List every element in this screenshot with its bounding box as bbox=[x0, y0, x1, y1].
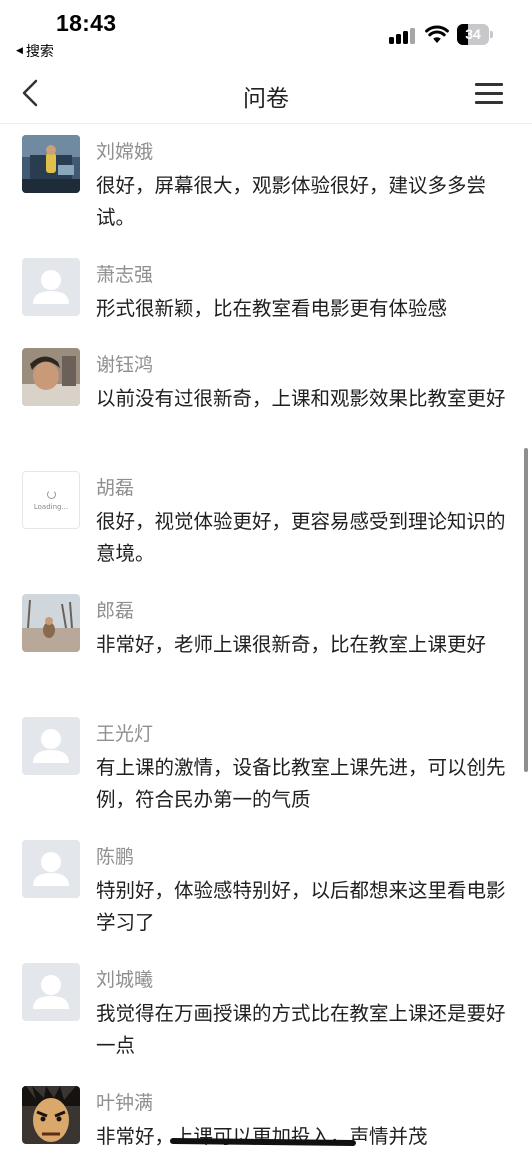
wifi-icon bbox=[425, 24, 449, 44]
commenter-name: 陈鹏 bbox=[96, 846, 135, 868]
commenter-name: 郎磊 bbox=[96, 600, 135, 622]
battery-icon: 34 bbox=[457, 24, 493, 45]
avatar[interactable] bbox=[22, 1086, 80, 1144]
back-triangle-icon: ◀ bbox=[16, 45, 23, 56]
comment-list[interactable]: 刘嫦娥 很好，屏幕很大，观影体验很好，建议多多尝试。 萧志强 形式很新颖，比在教… bbox=[0, 125, 532, 1152]
battery-level: 34 bbox=[465, 26, 481, 42]
comment-text: 有上课的激情，设备比教室上课先进，可以创先例，符合民办第一的气质 bbox=[96, 756, 506, 811]
commenter-name: 谢钰鸿 bbox=[96, 354, 154, 376]
comment-text: 很好，屏幕很大，观影体验很好，建议多多尝试。 bbox=[96, 174, 487, 229]
commenter-name: 刘城曦 bbox=[96, 969, 154, 991]
page-title: 问卷 bbox=[243, 86, 289, 112]
back-to-app-link[interactable]: ◀ 搜索 bbox=[16, 41, 54, 61]
avatar[interactable] bbox=[22, 135, 80, 193]
loading-label: Loading... bbox=[33, 502, 69, 511]
comment-text: 非常好，老师上课很新奇，比在教室上课更好 bbox=[96, 633, 487, 656]
back-to-app-label: 搜索 bbox=[25, 44, 54, 60]
comment-text: 很好，视觉体验更好，更容易感受到理论知识的意境。 bbox=[96, 510, 506, 565]
commenter-name: 叶钟满 bbox=[96, 1092, 154, 1114]
commenter-name: 刘嫦娥 bbox=[96, 141, 154, 163]
comment-text-part: 声情并茂 bbox=[349, 1125, 428, 1148]
cellular-signal-icon bbox=[389, 26, 415, 44]
comment-text: 非常好，上课可以更加投入，声情并茂 bbox=[96, 1121, 508, 1152]
loading-spinner-icon bbox=[46, 489, 56, 499]
comment-text: 以前没有过很新奇，上课和观影效果比教室更好 bbox=[96, 387, 506, 410]
comment-text-part: 非常好， bbox=[96, 1125, 175, 1148]
default-avatar-icon[interactable] bbox=[22, 258, 80, 316]
status-time: 18:43 bbox=[56, 10, 117, 36]
comment-text: 特别好，体验感特别好，以后都想来这里看电影学习了 bbox=[96, 879, 506, 934]
commenter-name: 王光灯 bbox=[96, 723, 154, 745]
default-avatar-icon[interactable] bbox=[22, 963, 80, 1021]
commenter-name: 萧志强 bbox=[96, 264, 154, 286]
loading-avatar[interactable]: Loading... bbox=[22, 471, 80, 529]
comment-text: 形式很新颖，比在教室看电影更有体验感 bbox=[96, 297, 448, 320]
default-avatar-icon[interactable] bbox=[22, 840, 80, 898]
avatar[interactable] bbox=[22, 594, 80, 652]
struck-out-text: 上课可以更加投入， bbox=[174, 1125, 350, 1148]
comment-text: 我觉得在万画授课的方式比在教室上课还是要好一点 bbox=[96, 1002, 506, 1057]
menu-button[interactable] bbox=[470, 76, 508, 110]
commenter-name: 胡磊 bbox=[96, 477, 135, 499]
default-avatar-icon[interactable] bbox=[22, 717, 80, 775]
scrollbar[interactable] bbox=[524, 448, 528, 772]
avatar[interactable] bbox=[22, 348, 80, 406]
status-bar: 18:43 ◀ 搜索 34 bbox=[0, 0, 532, 62]
nav-bar: 问卷 bbox=[0, 62, 532, 124]
